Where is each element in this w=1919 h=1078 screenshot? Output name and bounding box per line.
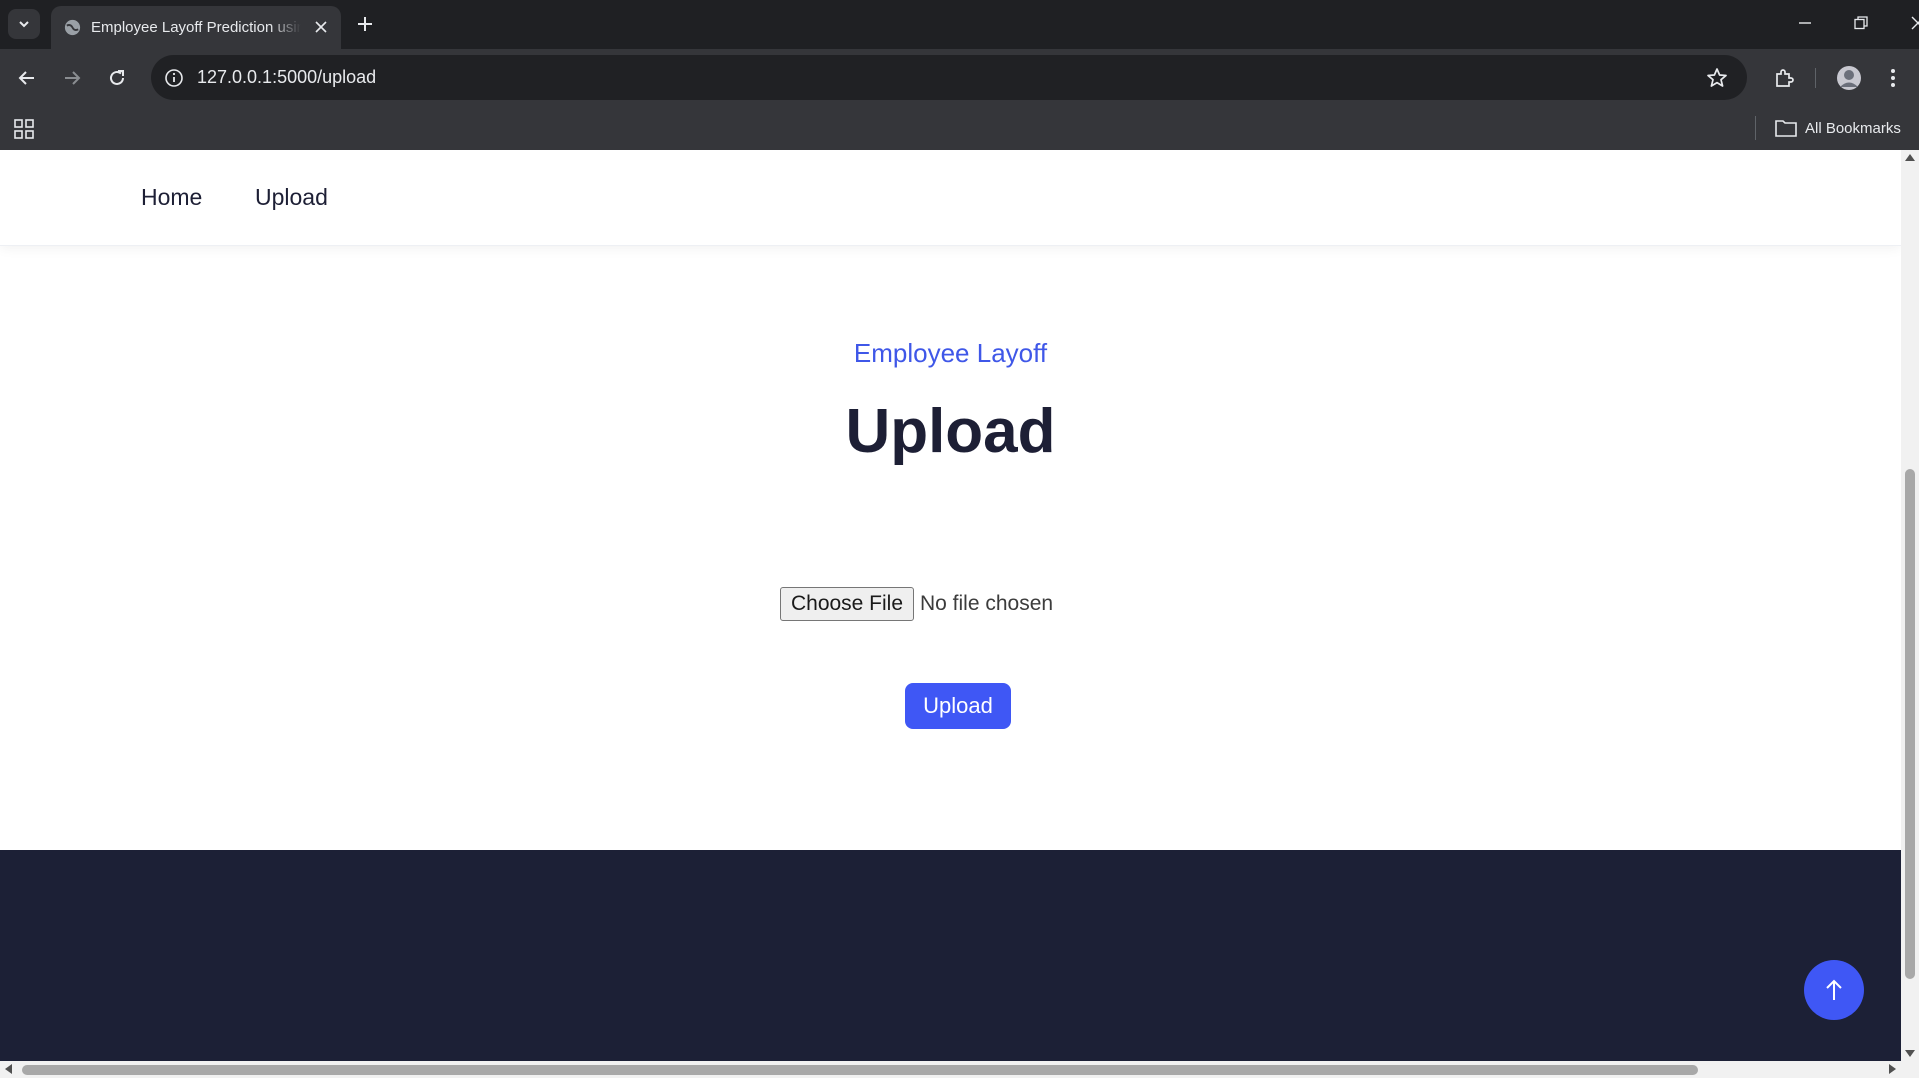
file-input[interactable]: Choose File No file chosen bbox=[780, 587, 1053, 621]
toolbar-divider bbox=[1815, 68, 1816, 88]
restore-button[interactable] bbox=[1843, 8, 1879, 38]
extensions-button[interactable] bbox=[1768, 62, 1800, 94]
plus-icon bbox=[358, 17, 372, 31]
minimize-button[interactable] bbox=[1787, 8, 1823, 38]
nav-home-link[interactable]: Home bbox=[141, 184, 202, 211]
tab-title: Employee Layoff Prediction using bbox=[91, 19, 301, 36]
arrow-up-icon bbox=[1826, 979, 1842, 1000]
arrow-left-icon bbox=[18, 71, 34, 85]
new-tab-button[interactable] bbox=[353, 12, 377, 36]
more-vert-icon bbox=[1891, 69, 1895, 87]
bookmarks-divider bbox=[1755, 116, 1756, 140]
chevron-down-icon bbox=[19, 21, 29, 28]
back-button[interactable] bbox=[11, 62, 43, 94]
globe-icon bbox=[64, 19, 81, 36]
all-bookmarks-button[interactable]: All Bookmarks bbox=[1775, 116, 1901, 140]
address-bar[interactable]: 127.0.0.1:5000/upload bbox=[151, 55, 1747, 100]
back-to-top-button[interactable] bbox=[1804, 960, 1864, 1020]
minimize-icon bbox=[1799, 22, 1811, 24]
arrow-right-icon bbox=[65, 71, 81, 85]
page-title: Upload bbox=[845, 397, 1056, 466]
site-header: Home Upload bbox=[0, 150, 1901, 246]
site-footer bbox=[0, 850, 1901, 1061]
browser-tab[interactable]: Employee Layoff Prediction using bbox=[51, 6, 341, 49]
close-tab-icon[interactable] bbox=[311, 17, 331, 37]
browser-tab-bar: Employee Layoff Prediction using bbox=[0, 0, 1919, 49]
scroll-left-arrow-icon[interactable] bbox=[5, 1064, 12, 1074]
reload-icon bbox=[110, 70, 124, 85]
choose-file-button[interactable]: Choose File bbox=[780, 587, 914, 621]
scroll-up-arrow-icon[interactable] bbox=[1905, 154, 1915, 161]
upload-button[interactable]: Upload bbox=[905, 683, 1011, 729]
vertical-scrollbar[interactable] bbox=[1901, 150, 1919, 1061]
horizontal-scrollbar-thumb[interactable] bbox=[22, 1065, 1698, 1075]
forward-button[interactable] bbox=[56, 62, 88, 94]
vertical-scrollbar-thumb[interactable] bbox=[1905, 469, 1915, 979]
puzzle-icon bbox=[1776, 69, 1794, 87]
info-icon[interactable] bbox=[163, 67, 185, 89]
apps-grid-icon[interactable] bbox=[13, 118, 35, 140]
scroll-down-arrow-icon[interactable] bbox=[1905, 1050, 1915, 1057]
file-status-text: No file chosen bbox=[920, 592, 1054, 615]
page-viewport: Home Upload Employee Layoff Upload Choos… bbox=[0, 150, 1901, 1061]
restore-icon bbox=[1854, 16, 1868, 30]
avatar bbox=[1837, 66, 1861, 90]
close-window-button[interactable] bbox=[1900, 8, 1919, 38]
tab-search-button[interactable] bbox=[8, 9, 40, 39]
horizontal-scrollbar[interactable] bbox=[0, 1061, 1919, 1078]
browser-toolbar: 127.0.0.1:5000/upload bbox=[0, 49, 1919, 106]
bookmark-star-icon[interactable] bbox=[1705, 66, 1729, 90]
all-bookmarks-label: All Bookmarks bbox=[1805, 119, 1901, 137]
nav-upload-link[interactable]: Upload bbox=[255, 184, 328, 211]
menu-button[interactable] bbox=[1877, 62, 1909, 94]
bookmarks-bar: All Bookmarks bbox=[0, 106, 1919, 150]
url-text[interactable]: 127.0.0.1:5000/upload bbox=[197, 67, 376, 88]
scroll-right-arrow-icon[interactable] bbox=[1889, 1064, 1896, 1074]
profile-button[interactable] bbox=[1833, 62, 1865, 94]
section-subtitle: Employee Layoff bbox=[853, 338, 1048, 368]
reload-button[interactable] bbox=[101, 62, 133, 94]
folder-icon bbox=[1775, 120, 1797, 137]
close-icon bbox=[1911, 16, 1919, 30]
